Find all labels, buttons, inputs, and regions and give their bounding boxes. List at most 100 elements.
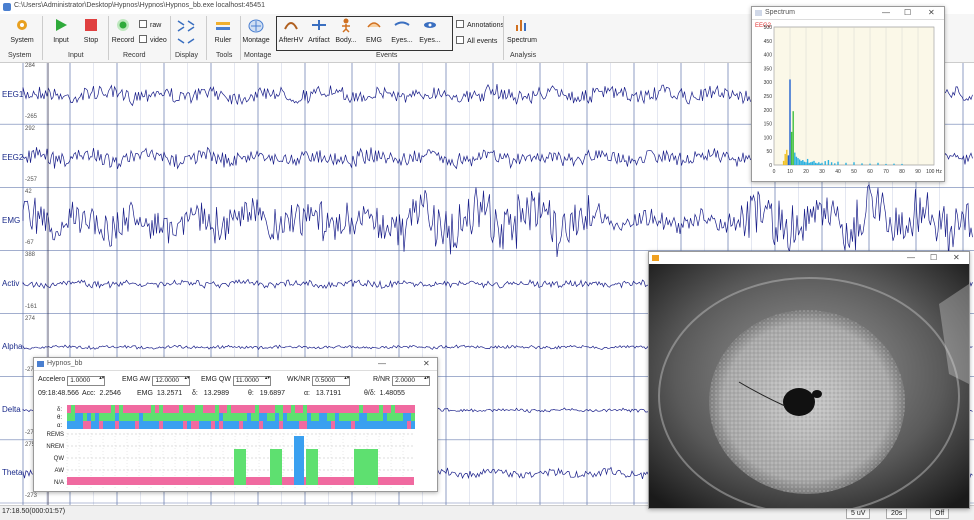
band-cell [351, 413, 355, 421]
accelero-spinbox[interactable]: 1.0000 [67, 376, 106, 386]
spectrum-bar [800, 160, 802, 165]
band-cell [91, 421, 95, 429]
maximize-icon[interactable]: ☐ [904, 8, 911, 17]
band-cell [351, 405, 355, 413]
display-tools-icon[interactable] [176, 17, 204, 49]
spectrum-bar [821, 162, 823, 165]
emgaw-spinbox[interactable]: 12.0000 [152, 376, 191, 386]
band-cell [115, 413, 119, 421]
channel-label[interactable]: EEG2 [2, 153, 23, 162]
band-cell [243, 413, 247, 421]
band-cell [399, 421, 403, 429]
band-cell [175, 421, 179, 429]
video-checkbox[interactable]: video [139, 35, 167, 44]
band-cell [299, 421, 303, 429]
band-cell [267, 405, 271, 413]
band-cell [407, 405, 411, 413]
band-cell [315, 405, 319, 413]
scale-select[interactable]: 5 uV [846, 508, 871, 519]
wknr-spinbox[interactable]: 0.5000 [312, 376, 351, 386]
band-cell [403, 405, 407, 413]
group-label-tools: Tools [216, 52, 233, 59]
record-button[interactable]: Record [111, 17, 135, 44]
band-label: α: [57, 423, 62, 429]
minimize-icon[interactable]: — [378, 359, 386, 368]
band-cell [339, 405, 343, 413]
stop-button[interactable]: Stop [80, 17, 102, 44]
minimize-icon[interactable]: — [907, 253, 915, 262]
annotations-checkbox[interactable]: Annotations [456, 20, 504, 29]
readout-acc: Acc: 2.2546 [82, 390, 121, 397]
spectrum-button[interactable]: Spectrum [506, 17, 538, 44]
band-cell [255, 405, 259, 413]
band-cell [331, 421, 335, 429]
minimize-icon[interactable]: — [882, 8, 890, 17]
band-cell [291, 413, 295, 421]
artifact-button[interactable]: Artifact [307, 17, 331, 44]
hypnos-title: Hypnos_bb [47, 360, 83, 367]
band-cell [295, 413, 299, 421]
band-cell [167, 421, 171, 429]
band-cell [327, 421, 331, 429]
band-cell [207, 421, 211, 429]
band-cell [355, 421, 359, 429]
band-cell [147, 405, 151, 413]
mode-select[interactable]: Off [930, 508, 950, 519]
afterhv-button[interactable]: AfterHV [278, 17, 304, 44]
spectrum-bar [819, 163, 822, 165]
eyes-button-2[interactable]: Eyes... [418, 17, 442, 44]
band-cell [103, 413, 107, 421]
ruler-button[interactable]: Ruler [212, 17, 234, 44]
eyes-button-1[interactable]: Eyes... [390, 17, 414, 44]
input-button[interactable]: Input [50, 17, 72, 44]
channel-label[interactable]: Delta [2, 405, 21, 414]
system-button[interactable]: System [8, 17, 36, 44]
channel-label[interactable]: Activ [2, 279, 19, 288]
spectrum-bar [869, 163, 871, 165]
hypnos-window[interactable]: Hypnos_bb — ✕ Accelero 1.0000 EMG AW 12.… [33, 357, 438, 492]
body-button[interactable]: Body... [334, 17, 358, 44]
spectrum-bar [824, 161, 826, 165]
afterhv-icon [284, 22, 298, 30]
band-cell [359, 405, 363, 413]
group-label-display: Display [175, 52, 198, 59]
band-cell [307, 413, 311, 421]
montage-button[interactable]: Montage [242, 17, 270, 44]
channel-label[interactable]: EEG1 [2, 90, 23, 99]
band-cell [295, 405, 299, 413]
maximize-icon[interactable]: ☐ [930, 253, 937, 262]
spectrum-window[interactable]: Spectrum — ☐ ✕ EEG2 500 450 400 350 300 250 200… [751, 6, 945, 182]
all-events-checkbox[interactable]: All events [456, 36, 497, 45]
band-cell [179, 405, 183, 413]
emg-icon [367, 22, 381, 28]
band-cell [291, 421, 295, 429]
rnr-spinbox[interactable]: 2.0000 [392, 376, 431, 386]
window-length-select[interactable]: 20s [886, 508, 908, 519]
close-icon[interactable]: ✕ [423, 359, 430, 368]
band-cell [411, 405, 415, 413]
video-window[interactable]: — ☐ ✕ [648, 251, 970, 509]
band-cell [199, 413, 203, 421]
emgaw-field: EMG AW 12.0000 [122, 376, 191, 386]
channel-label[interactable]: Theta [2, 468, 22, 477]
band-cell [131, 413, 135, 421]
band-cell [131, 405, 135, 413]
emgqw-spinbox[interactable]: 11.0000 [232, 376, 271, 386]
raw-checkbox[interactable]: raw [139, 20, 161, 29]
band-cell [387, 413, 391, 421]
channel-label[interactable]: Alpha [2, 342, 22, 351]
trace-emg [22, 183, 973, 258]
band-cell [187, 405, 191, 413]
emg-button[interactable]: EMG [362, 17, 386, 44]
band-cell [239, 413, 243, 421]
close-icon[interactable]: ✕ [953, 253, 960, 262]
group-label-input: Input [68, 52, 84, 59]
readout-alpha: α: 13.7191 [304, 390, 342, 397]
y-tick-label: 500 [764, 25, 773, 31]
channel-label[interactable]: EMG [2, 216, 20, 225]
band-cell [355, 413, 359, 421]
x-tick-label: 40 [835, 169, 841, 175]
spectrum-bar [792, 111, 794, 165]
hypnos-titlebar[interactable]: Hypnos_bb — ✕ [34, 358, 437, 371]
close-icon[interactable]: ✕ [928, 8, 935, 17]
